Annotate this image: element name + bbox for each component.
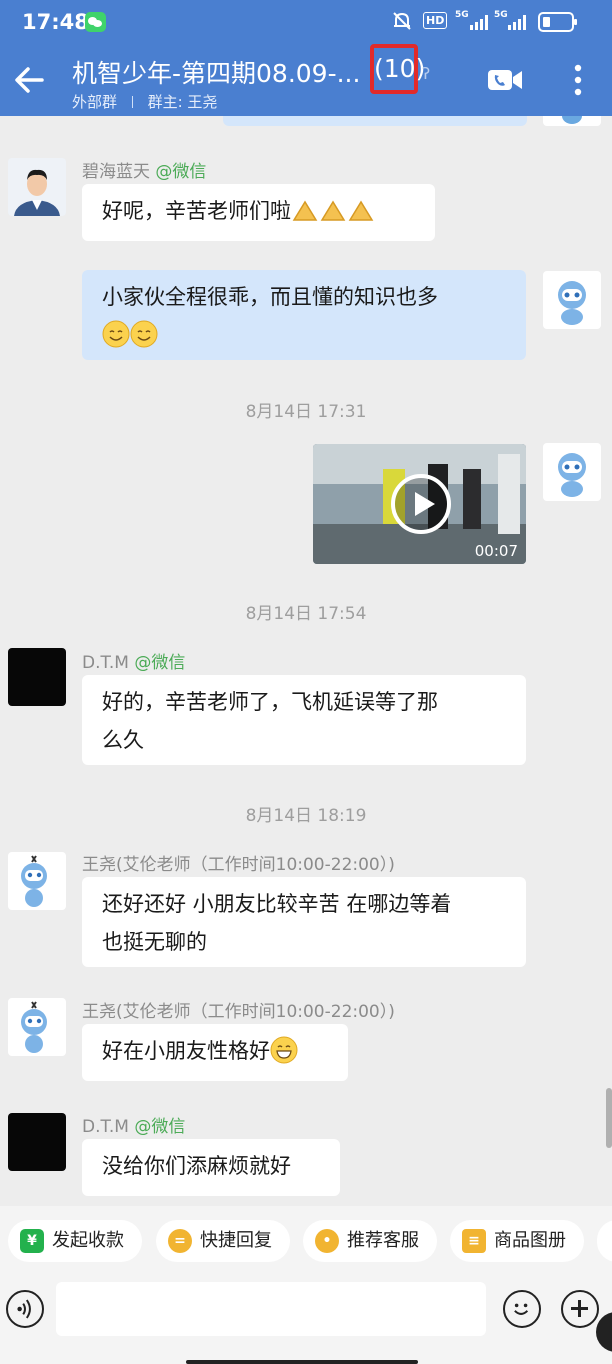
message-bubble[interactable]: 好呢，辛苦老师们啦 bbox=[82, 184, 435, 241]
status-bar: 17:48 HD 5G 5G bbox=[0, 0, 612, 44]
avatar-bihai[interactable] bbox=[8, 158, 66, 216]
video-call-icon[interactable] bbox=[486, 66, 524, 94]
chat-header: 机智少年-第四期08.09-... (10) ʔ 外部群 群主: 王尧 bbox=[0, 44, 612, 116]
signal-icon bbox=[470, 15, 488, 30]
smile-emoji-icon bbox=[130, 320, 158, 348]
member-count: (10) bbox=[370, 44, 425, 94]
message-bubble[interactable]: 小家伙全程很乖，而且懂的知识也多 bbox=[82, 270, 526, 360]
timestamp: 8月14日 17:54 bbox=[245, 604, 367, 624]
back-arrow-icon[interactable] bbox=[10, 60, 50, 100]
avatar-dtm[interactable] bbox=[8, 648, 66, 706]
chat-area[interactable]: 碧海蓝天 @微信 好呢，辛苦老师们啦 小家伙全程很乖，而且懂的知识也多 8月14… bbox=[0, 116, 612, 1206]
group-type: 外部群 bbox=[72, 93, 118, 111]
smile-emoji-icon bbox=[102, 320, 130, 348]
plus-icon[interactable] bbox=[561, 1290, 599, 1328]
ear-icon: ʔ bbox=[422, 64, 431, 83]
avatar-wangyao[interactable] bbox=[8, 998, 66, 1056]
hd-icon: HD bbox=[423, 12, 448, 29]
message-text: 还好还好 小朋友比较辛苦 在哪边等着 bbox=[102, 892, 452, 916]
sender-name: D.T.M @微信 bbox=[82, 653, 186, 673]
status-time: 17:48 bbox=[22, 10, 89, 34]
group-owner: 群主: 王尧 bbox=[147, 93, 218, 111]
sender-name: D.T.M @微信 bbox=[82, 1117, 186, 1137]
signal-label-2: 5G bbox=[494, 10, 508, 20]
message-text: 没给你们添麻烦就好 bbox=[102, 1154, 291, 1178]
message-text: 小家伙全程很乖，而且懂的知识也多 bbox=[102, 285, 438, 309]
wechat-icon bbox=[85, 12, 106, 32]
home-indicator[interactable] bbox=[186, 1360, 418, 1364]
message-text: 好呢，辛苦老师们啦 bbox=[102, 199, 291, 223]
product-catalog-button[interactable]: ≡ 商品图册 bbox=[450, 1220, 584, 1262]
message-text: 好在小朋友性格好 bbox=[102, 1039, 270, 1063]
avatar-dtm[interactable] bbox=[8, 1113, 66, 1171]
message-text: 好的，辛苦老师了，飞机延误等了那 bbox=[102, 690, 438, 714]
play-icon[interactable] bbox=[391, 474, 451, 534]
service-icon: • bbox=[315, 1229, 339, 1253]
group-subtitle: 外部群 群主: 王尧 bbox=[72, 91, 217, 112]
battery-icon bbox=[538, 12, 577, 32]
timestamp: 8月14日 18:19 bbox=[245, 806, 367, 826]
signal-label-1: 5G bbox=[455, 10, 469, 20]
avatar-wangyao[interactable] bbox=[8, 852, 66, 910]
sender-name: 碧海蓝天 @微信 bbox=[82, 162, 207, 182]
quick-reply-button[interactable]: = 快捷回复 bbox=[156, 1220, 290, 1262]
avatar-robot[interactable] bbox=[543, 116, 601, 126]
pray-emoji-icon bbox=[348, 200, 374, 221]
message-bubble[interactable]: 没给你们添麻烦就好 bbox=[82, 1139, 340, 1196]
message-input[interactable] bbox=[56, 1282, 486, 1336]
quick-reply-icon: = bbox=[168, 1229, 192, 1253]
message-bubble[interactable]: 还好还好 小朋友比较辛苦 在哪边等着 也挺无聊的 bbox=[82, 877, 526, 967]
input-bar bbox=[0, 1276, 612, 1364]
message-text: 也挺无聊的 bbox=[102, 930, 207, 954]
video-message[interactable]: 00:07 bbox=[313, 444, 526, 564]
emoji-icon[interactable] bbox=[503, 1290, 541, 1328]
avatar-robot[interactable] bbox=[543, 271, 601, 329]
yen-shield-icon: ¥ bbox=[20, 1229, 44, 1253]
message-bubble[interactable]: 好在小朋友性格好 bbox=[82, 1024, 348, 1081]
message-text: 么久 bbox=[102, 728, 144, 752]
video-duration: 00:07 bbox=[474, 542, 518, 560]
sender-name: 王尧(艾伦老师（工作时间10:00-22:00）) bbox=[82, 855, 395, 875]
voice-icon[interactable] bbox=[6, 1290, 44, 1328]
grin-emoji-icon bbox=[270, 1036, 298, 1064]
recommend-service-button[interactable]: • 推荐客服 bbox=[303, 1220, 437, 1262]
previous-message-bubble bbox=[223, 116, 527, 126]
more-quick-action[interactable] bbox=[597, 1220, 612, 1262]
pray-emoji-icon bbox=[292, 200, 318, 221]
message-bubble[interactable]: 好的，辛苦老师了，飞机延误等了那 么久 bbox=[82, 675, 526, 765]
avatar-robot[interactable] bbox=[543, 443, 601, 501]
catalog-icon: ≡ bbox=[462, 1229, 486, 1253]
collect-payment-button[interactable]: ¥ 发起收款 bbox=[8, 1220, 142, 1262]
pray-emoji-icon bbox=[320, 200, 346, 221]
scrollbar[interactable] bbox=[606, 1088, 612, 1148]
signal-icon bbox=[508, 15, 526, 30]
more-options-icon[interactable] bbox=[568, 62, 588, 98]
quick-actions-bar: ¥ 发起收款 = 快捷回复 • 推荐客服 ≡ 商品图册 bbox=[0, 1206, 612, 1276]
sender-name: 王尧(艾伦老师（工作时间10:00-22:00）) bbox=[82, 1002, 395, 1022]
mute-icon bbox=[393, 12, 411, 30]
group-title[interactable]: 机智少年-第四期08.09-... bbox=[72, 54, 360, 90]
timestamp: 8月14日 17:31 bbox=[245, 402, 367, 422]
